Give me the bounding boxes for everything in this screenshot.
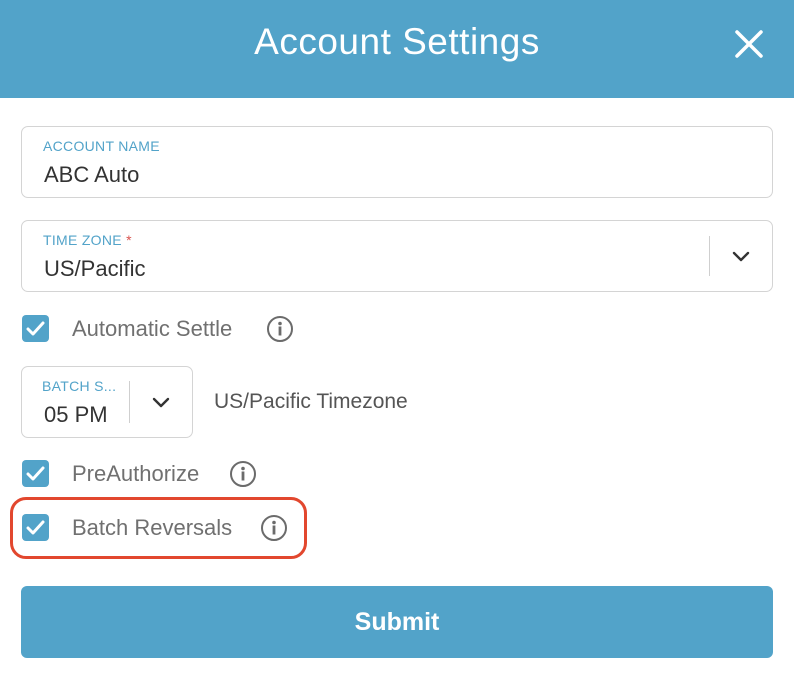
- close-button[interactable]: [728, 24, 770, 64]
- account-name-input[interactable]: ABC Auto: [44, 162, 139, 188]
- account-name-field[interactable]: ACCOUNT NAME ABC Auto: [21, 126, 773, 198]
- modal-title: Account Settings: [254, 21, 540, 62]
- info-icon[interactable]: [260, 514, 288, 542]
- divider: [709, 236, 710, 276]
- account-name-label: ACCOUNT NAME: [43, 138, 160, 154]
- close-icon: [735, 30, 763, 58]
- divider: [129, 381, 130, 423]
- automatic-settle-row: Automatic Settle: [22, 315, 322, 343]
- required-mark: *: [126, 232, 132, 248]
- batch-timezone-note: US/Pacific Timezone: [214, 390, 408, 413]
- info-icon[interactable]: [266, 315, 294, 343]
- modal-header: Account Settings: [0, 0, 794, 98]
- checkmark-icon: [26, 321, 45, 336]
- chevron-down-icon: [152, 397, 170, 408]
- time-zone-value: US/Pacific: [44, 256, 146, 281]
- preauthorize-row: PreAuthorize: [22, 460, 282, 488]
- time-zone-select[interactable]: TIME ZONE * US/Pacific: [21, 220, 773, 292]
- automatic-settle-label: Automatic Settle: [72, 316, 233, 341]
- time-zone-label: TIME ZONE *: [43, 232, 132, 248]
- batch-settle-time-dropdown-toggle[interactable]: [146, 389, 176, 417]
- preauthorize-label: PreAuthorize: [72, 461, 200, 486]
- automatic-settle-checkbox[interactable]: [22, 315, 49, 342]
- batch-reversals-row: Batch Reversals: [22, 514, 322, 542]
- batch-settle-time-select[interactable]: BATCH S... 05 PM: [21, 366, 193, 438]
- info-icon[interactable]: [229, 460, 257, 488]
- checkmark-icon: [26, 466, 45, 481]
- batch-settle-time-label: BATCH S...: [42, 378, 117, 394]
- batch-reversals-checkbox[interactable]: [22, 514, 49, 541]
- chevron-down-icon: [732, 251, 750, 262]
- batch-settle-time-value: 05 PM: [44, 402, 108, 427]
- preauthorize-checkbox[interactable]: [22, 460, 49, 487]
- time-zone-dropdown-toggle[interactable]: [726, 243, 756, 271]
- batch-reversals-label: Batch Reversals: [72, 515, 233, 540]
- checkmark-icon: [26, 520, 45, 535]
- submit-button[interactable]: Submit: [21, 586, 773, 658]
